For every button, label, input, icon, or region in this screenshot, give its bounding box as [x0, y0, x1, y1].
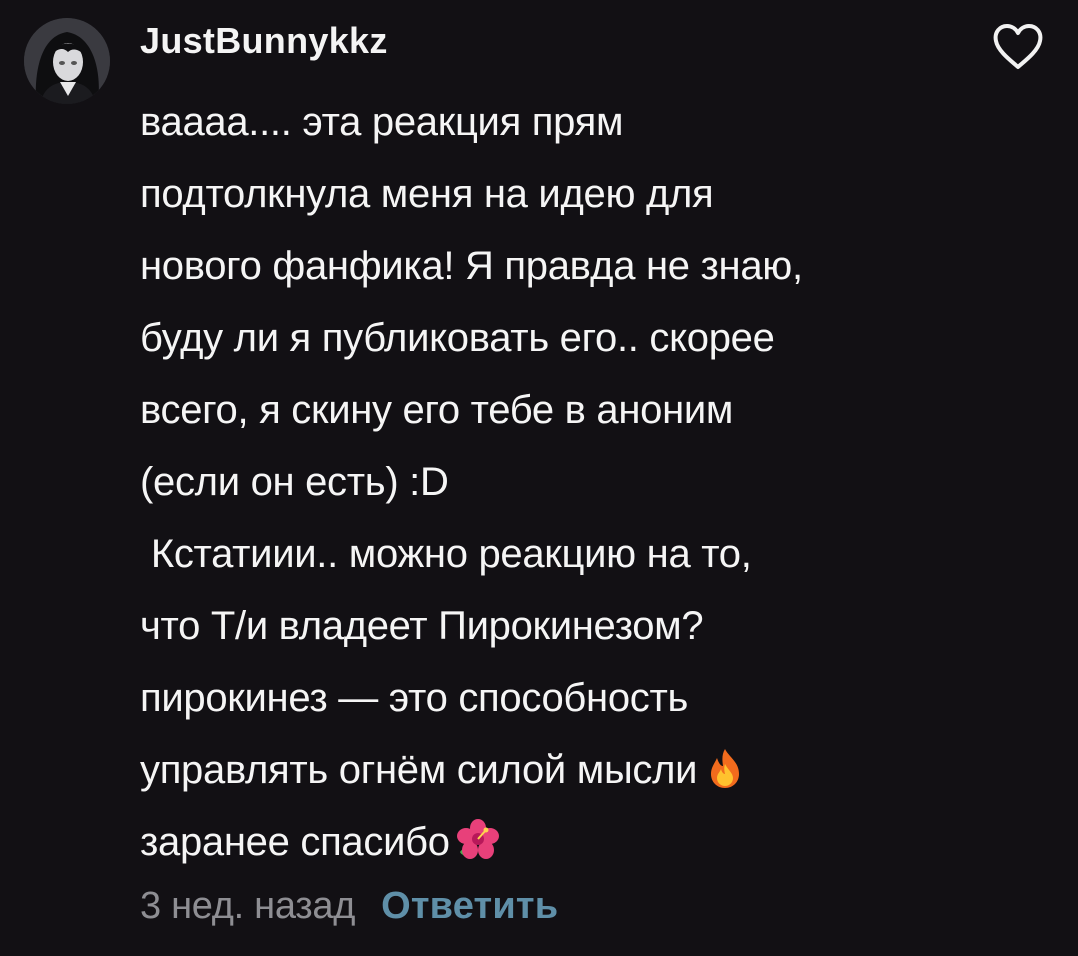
comment-line: пирокинез — это способность: [140, 676, 689, 720]
comment-meta: 3 нед. назад Ответить: [140, 876, 558, 936]
comment-line: ваааа.... эта реакция прям: [140, 100, 624, 144]
comment-line: буду ли я публиковать его.. скорее: [140, 316, 775, 360]
comment-line: подтолкнула меня на идею для: [140, 172, 714, 216]
like-button[interactable]: [990, 22, 1046, 72]
comment-line: всего, я скину его тебе в аноним: [140, 388, 734, 432]
comment-line-with-emoji: заранее спасибо: [140, 806, 1040, 878]
reply-button[interactable]: Ответить: [381, 885, 558, 928]
heart-outline-icon: [993, 24, 1043, 69]
comment-line: (если он есть) :D: [140, 460, 449, 504]
comment: JustBunnykkz ваааа.... эта реакция прям …: [0, 0, 1078, 956]
avatar-image: [24, 18, 110, 104]
username[interactable]: JustBunnykkz: [140, 20, 388, 62]
comment-text: ваааа.... эта реакция прям подтолкнула м…: [140, 86, 1040, 878]
avatar[interactable]: [24, 18, 110, 104]
timestamp: 3 нед. назад: [140, 884, 356, 927]
comment-line: нового фанфика! Я правда не знаю,: [140, 244, 803, 288]
hibiscus-icon: [456, 818, 500, 862]
fire-icon: [703, 746, 747, 790]
comment-line-with-emoji: управлять огнём силой мысли: [140, 734, 1040, 806]
comment-line: Кстатиии.. можно реакцию на то,: [140, 532, 752, 576]
comment-line: что Т/и владеет Пирокинезом?: [140, 604, 704, 648]
comment-line-text: заранее спасибо: [140, 820, 450, 864]
comment-line-text: управлять огнём силой мысли: [140, 748, 698, 792]
